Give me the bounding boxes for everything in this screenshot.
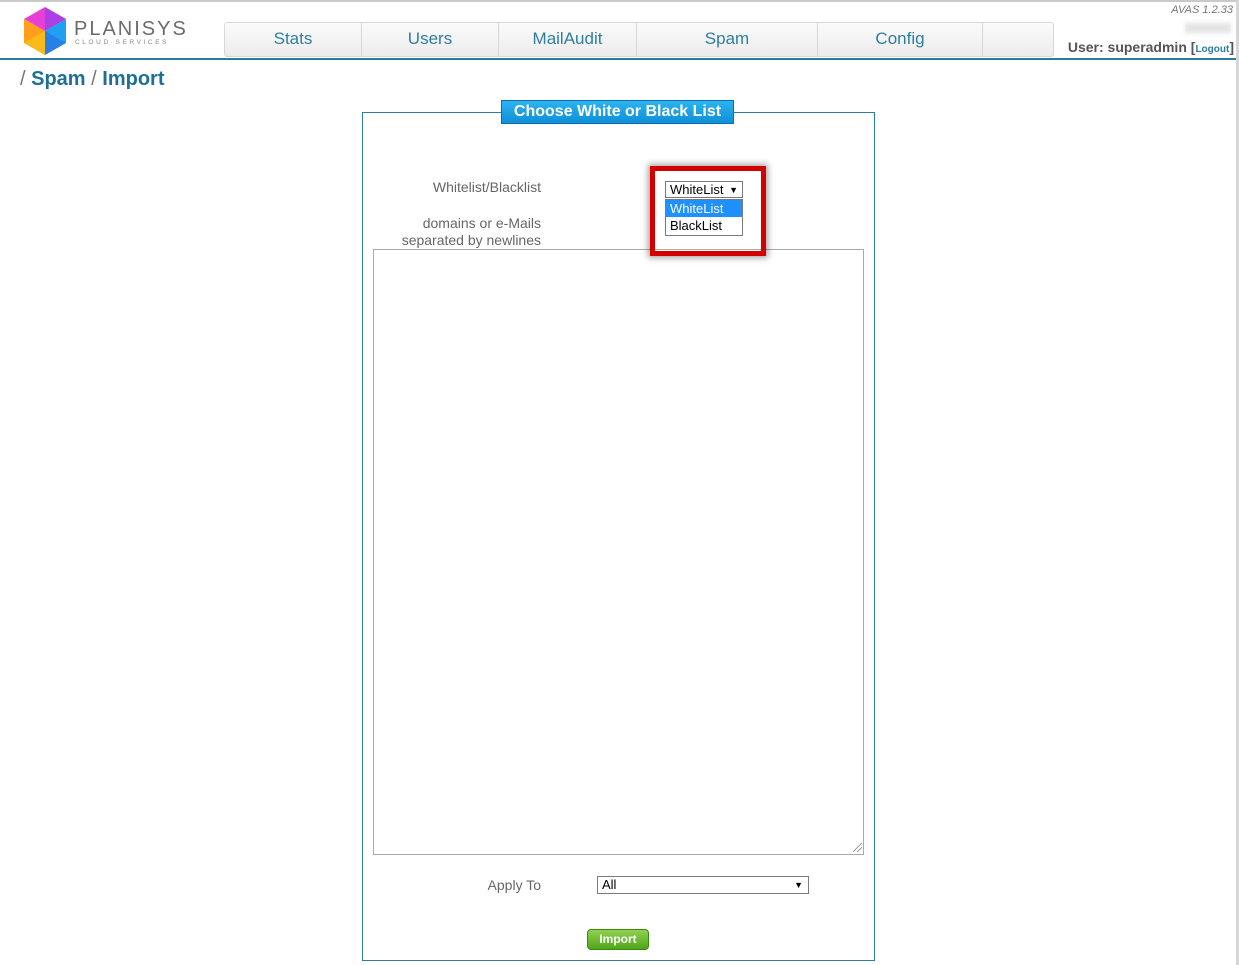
main-nav: Stats Users MailAudit Spam Config [224, 22, 1054, 57]
caret-down-icon: ▼ [729, 185, 738, 195]
option-blacklist[interactable]: BlackList [666, 217, 742, 234]
brand-name: PLANISYS [74, 18, 188, 40]
domains-textarea[interactable] [373, 249, 864, 855]
breadcrumb: / Spam / Import [20, 68, 165, 91]
breadcrumb-separator: / [91, 68, 97, 90]
nav-users[interactable]: Users [362, 23, 499, 56]
import-button[interactable]: Import [587, 929, 649, 950]
domains-label-line2: separated by newlines [401, 232, 541, 248]
apply-to-value: All [602, 877, 617, 892]
logout-bracket-close: ] [1229, 39, 1234, 55]
user-label: User: superadmin [1067, 39, 1187, 55]
nav-mailaudit[interactable]: MailAudit [499, 23, 637, 56]
breadcrumb-import[interactable]: Import [102, 68, 164, 90]
brand-tagline: CLOUD·SERVICES [75, 39, 170, 46]
breadcrumb-separator: / [20, 68, 26, 90]
breadcrumb-spam[interactable]: Spam [31, 68, 85, 90]
apply-to-label: Apply To [487, 877, 541, 893]
list-type-label: Whitelist/Blacklist [432, 179, 541, 195]
nav-config[interactable]: Config [818, 23, 983, 56]
planisys-logo: PLANISYS CLOUD·SERVICES [20, 5, 190, 57]
nav-stats[interactable]: Stats [225, 23, 362, 56]
list-type-select[interactable]: WhiteList ▼ [665, 181, 743, 198]
list-type-dropdown: WhiteList BlackList [665, 199, 743, 236]
window-top-border [0, 0, 1239, 2]
apply-to-select[interactable]: All ▼ [597, 876, 809, 894]
blurred-hostname [1185, 23, 1231, 33]
nav-spam[interactable]: Spam [637, 23, 818, 56]
form-legend: Choose White or Black List [501, 100, 734, 124]
logout-link[interactable]: Logout [1195, 44, 1229, 55]
domains-label-line1: domains or e-Mails [422, 215, 541, 231]
version-label: AVAS 1.2.33 [1171, 4, 1233, 16]
domains-label: domains or e-Mails separated by newlines [360, 215, 541, 249]
cube-logo-icon [24, 7, 66, 55]
list-type-select-value: WhiteList [670, 182, 724, 197]
caret-down-icon: ▼ [794, 880, 803, 890]
nav-empty [983, 23, 1053, 56]
user-info: User: superadmin [Logout] [1068, 39, 1234, 55]
resize-grip-icon[interactable] [853, 843, 862, 852]
option-whitelist[interactable]: WhiteList [666, 200, 742, 217]
header-divider [0, 58, 1236, 60]
